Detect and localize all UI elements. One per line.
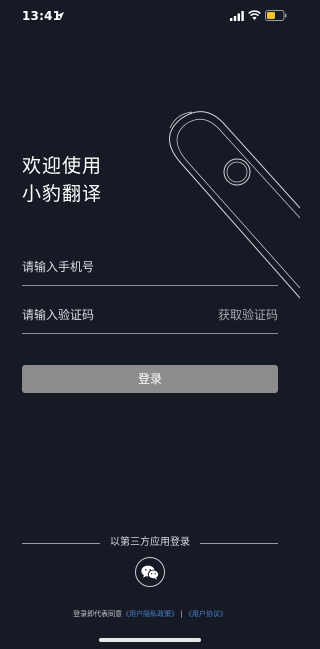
user-agreement-link[interactable]: 《用户协议》 xyxy=(185,610,227,618)
home-indicator xyxy=(99,638,201,642)
agreement-separator: | xyxy=(178,610,185,618)
status-bar: 13:41 xyxy=(0,0,300,34)
login-button[interactable]: 登录 xyxy=(22,365,278,393)
welcome-line-2: 小豹翻译 xyxy=(22,183,103,205)
wechat-login-button[interactable] xyxy=(135,557,165,587)
verification-code-input[interactable] xyxy=(22,307,202,323)
phone-field xyxy=(22,252,278,286)
privacy-policy-link[interactable]: 《用户隐私政策》 xyxy=(122,610,178,618)
battery-icon xyxy=(265,10,287,21)
location-arrow-icon xyxy=(56,12,64,20)
code-field: 获取验证码 xyxy=(22,300,278,334)
divider-right xyxy=(200,543,278,544)
wifi-icon xyxy=(248,10,261,20)
welcome-heading: 欢迎使用 小豹翻译 xyxy=(22,152,102,208)
wechat-icon xyxy=(141,565,159,580)
phone-input[interactable] xyxy=(22,259,202,275)
cellular-signal-icon xyxy=(230,11,244,21)
third-party-login-section: 以第三方应用登录 xyxy=(22,536,278,550)
agreement-prefix: 登录即代表同意 xyxy=(73,610,123,618)
get-code-button[interactable]: 获取验证码 xyxy=(218,306,278,323)
agreement-text: 登录即代表同意《用户隐私政策》 | 《用户协议》 xyxy=(0,608,300,620)
welcome-line-1: 欢迎使用 xyxy=(22,155,103,177)
